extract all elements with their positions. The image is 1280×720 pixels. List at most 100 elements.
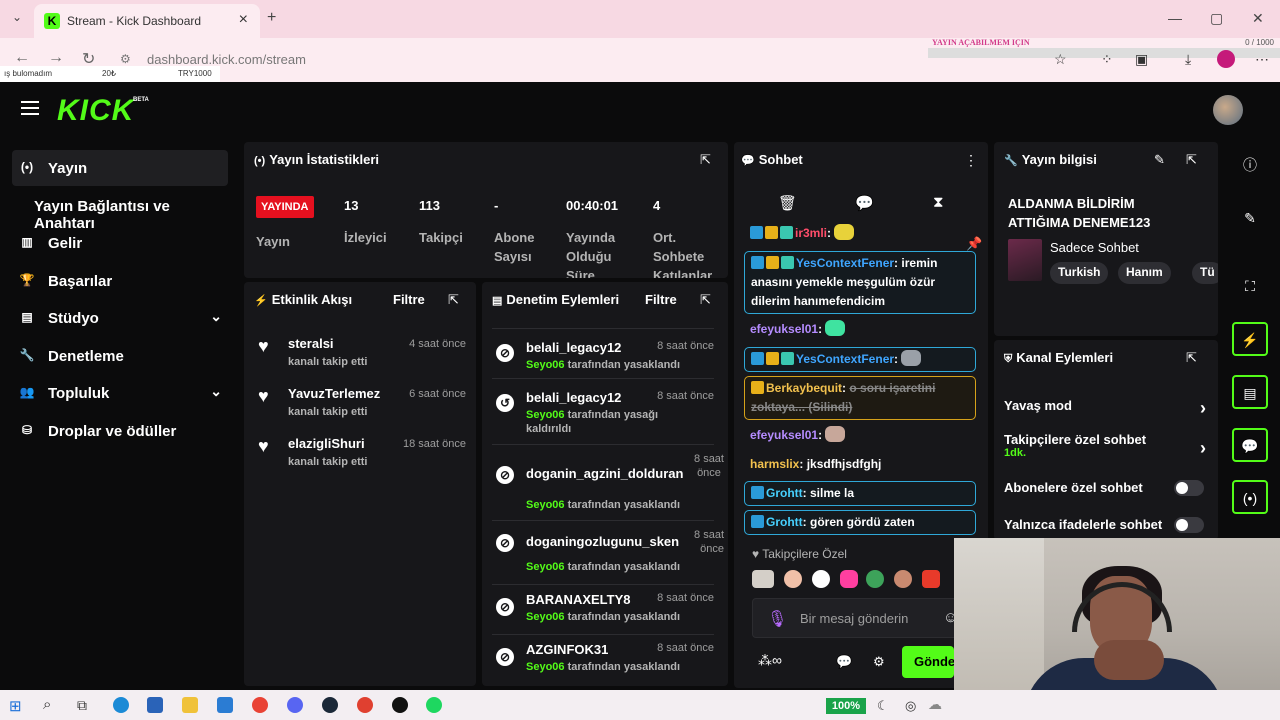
pencil-icon[interactable]: ✎ bbox=[1154, 152, 1165, 168]
infinity-points-icon[interactable]: ⁂∞ bbox=[758, 652, 782, 669]
popout-icon[interactable]: ⇱ bbox=[700, 152, 711, 168]
sidebar-item-gelir[interactable]: ▥ Gelir bbox=[12, 225, 228, 261]
filter-button[interactable]: Filtre bbox=[393, 292, 425, 307]
sidebar-item-studyo[interactable]: ▤ Stüdyo ⌄ bbox=[12, 300, 228, 336]
fullscreen-icon[interactable]: ⛶ bbox=[1232, 270, 1268, 304]
chrome-profile-icon[interactable] bbox=[357, 697, 373, 713]
sidebar-item-stream-key[interactable]: Yayın Bağlantısı ve Anahtarı bbox=[12, 188, 228, 232]
windows-start-icon[interactable]: ⊞ bbox=[9, 697, 22, 715]
user-avatar[interactable] bbox=[1213, 95, 1243, 125]
chat-icon[interactable]: 💬 bbox=[855, 194, 874, 212]
emote-icon[interactable] bbox=[752, 570, 774, 588]
filter-button[interactable]: Filtre bbox=[645, 292, 677, 307]
emote-icon[interactable] bbox=[812, 570, 830, 588]
spotify-icon[interactable] bbox=[426, 697, 442, 713]
emote-icon[interactable] bbox=[784, 570, 802, 588]
popout-icon[interactable]: ⇱ bbox=[700, 292, 711, 308]
pencil-icon[interactable]: ✎ bbox=[1232, 202, 1268, 236]
obs-icon[interactable] bbox=[392, 697, 408, 713]
chat-username[interactable]: Berkaybequit bbox=[766, 381, 842, 395]
broadcast-icon[interactable]: (•) bbox=[1232, 480, 1268, 514]
extensions-icon[interactable]: ⁘ bbox=[1101, 51, 1113, 68]
steam-icon[interactable] bbox=[322, 697, 338, 713]
moderated-user[interactable]: doganin_agzini_dolduran bbox=[526, 466, 683, 481]
followers-chat-row[interactable]: Takipçilere özel sohbet 1dk. › bbox=[1004, 432, 1210, 466]
subs-chat-toggle[interactable] bbox=[1174, 480, 1204, 496]
popout-icon[interactable]: ⇱ bbox=[448, 292, 459, 308]
category-thumbnail[interactable] bbox=[1008, 239, 1042, 281]
tray-icon[interactable]: ◎ bbox=[905, 698, 916, 714]
browser-menu-icon[interactable]: ⋯ bbox=[1255, 51, 1269, 68]
kick-logo[interactable]: KICK bbox=[57, 94, 134, 128]
microphone-icon[interactable]: 🎙 bbox=[767, 609, 787, 629]
folder-icon[interactable] bbox=[182, 697, 198, 713]
search-icon[interactable]: ⌕ bbox=[43, 696, 51, 713]
chat-username[interactable]: YesContextFener bbox=[796, 352, 894, 366]
sidebar-item-droplar[interactable]: ⛁ Droplar ve ödüller bbox=[12, 413, 228, 449]
sidebar-item-denetleme[interactable]: 🔧 Denetleme bbox=[12, 338, 228, 374]
sidebar-item-basarilar[interactable]: 🏆 Başarılar bbox=[12, 263, 228, 299]
chat-username[interactable]: Grohtt bbox=[766, 515, 803, 529]
more-options-icon[interactable]: ⋮ bbox=[964, 152, 978, 169]
info-icon[interactable]: ⓘ bbox=[1232, 149, 1268, 183]
popout-icon[interactable]: ⇱ bbox=[1186, 350, 1197, 366]
send-button[interactable]: Gönde bbox=[902, 646, 954, 678]
minimize-icon[interactable]: — bbox=[1168, 10, 1182, 26]
activity-user[interactable]: steralsi bbox=[288, 336, 334, 351]
slow-mode-row[interactable]: Yavaş mod › bbox=[1004, 398, 1210, 420]
moderated-user[interactable]: belali_legacy12 bbox=[526, 390, 621, 405]
url-input[interactable]: dashboard.kick.com/stream bbox=[147, 52, 306, 67]
gear-icon[interactable]: ⚙ bbox=[873, 654, 885, 670]
menu-icon[interactable] bbox=[21, 101, 39, 115]
maximize-icon[interactable]: ▢ bbox=[1210, 10, 1223, 27]
chat-username[interactable]: YesContextFener bbox=[796, 256, 894, 270]
tag-chip[interactable]: Turkish bbox=[1050, 262, 1109, 284]
trash-icon[interactable]: 🗑 bbox=[778, 194, 797, 212]
emote-icon[interactable] bbox=[922, 570, 940, 588]
collections-icon[interactable]: ▣ bbox=[1135, 51, 1148, 68]
moderated-user[interactable]: doganingozlugunu_sken bbox=[526, 534, 679, 549]
site-info-icon[interactable]: ⚙ bbox=[120, 52, 131, 66]
activity-user[interactable]: elazigliShuri bbox=[288, 436, 365, 451]
tab-list-chevron-icon[interactable]: ⌄ bbox=[12, 10, 22, 24]
lightning-icon[interactable]: ⚡ bbox=[1232, 322, 1268, 356]
emotes-chat-toggle[interactable] bbox=[1174, 517, 1204, 533]
chat-username[interactable]: Grohtt bbox=[766, 486, 803, 500]
close-window-icon[interactable]: ✕ bbox=[1252, 10, 1264, 27]
sidebar-item-yayin[interactable]: (•) Yayın bbox=[12, 150, 228, 186]
download-icon[interactable]: ⤓ bbox=[1185, 51, 1191, 68]
cloud-icon[interactable]: ☁ bbox=[928, 696, 942, 713]
category-name[interactable]: Sadece Sohbet bbox=[1050, 240, 1139, 255]
sidebar-item-topluluk[interactable]: 👥 Topluluk ⌄ bbox=[12, 375, 228, 411]
chat-username[interactable]: ir3mli bbox=[795, 226, 827, 240]
chat-username[interactable]: efeyuksel01 bbox=[750, 428, 818, 442]
mail-icon[interactable] bbox=[217, 697, 233, 713]
emote-icon[interactable] bbox=[866, 570, 884, 588]
store-icon[interactable] bbox=[147, 697, 163, 713]
browser-profile-icon[interactable] bbox=[1217, 50, 1235, 68]
tag-chip[interactable]: Tü bbox=[1192, 262, 1218, 284]
back-icon[interactable]: ← bbox=[14, 49, 30, 67]
discord-icon[interactable] bbox=[287, 697, 303, 713]
edge-icon[interactable] bbox=[113, 697, 129, 713]
chat-input[interactable]: 🎙 Bir mesaj gönderin ☺ bbox=[752, 598, 962, 638]
forward-icon[interactable]: → bbox=[48, 49, 64, 67]
chat-username[interactable]: harmslix bbox=[750, 457, 799, 471]
new-tab-icon[interactable]: + bbox=[267, 9, 276, 27]
popout-icon[interactable]: ⇱ bbox=[1186, 152, 1197, 168]
star-icon[interactable]: ☆ bbox=[1054, 51, 1067, 68]
document-icon[interactable]: ▤ bbox=[1232, 375, 1268, 409]
emote-icon[interactable] bbox=[894, 570, 912, 588]
tray-icon[interactable]: ☾ bbox=[877, 698, 889, 714]
activity-user[interactable]: YavuzTerlemez bbox=[288, 386, 380, 401]
moderated-user[interactable]: belali_legacy12 bbox=[526, 340, 621, 355]
chat-icon[interactable]: 💬 bbox=[836, 654, 852, 670]
browser-tab[interactable]: K Stream - Kick Dashboard × bbox=[34, 4, 260, 38]
hourglass-icon[interactable]: ⧗ bbox=[933, 194, 944, 211]
moderated-user[interactable]: AZGINFOK31 bbox=[526, 642, 608, 657]
chat-username[interactable]: efeyuksel01 bbox=[750, 322, 818, 336]
close-tab-icon[interactable]: × bbox=[239, 11, 248, 29]
chat-icon[interactable]: 💬 bbox=[1232, 428, 1268, 462]
emote-icon[interactable] bbox=[840, 570, 858, 588]
task-view-icon[interactable]: ⧉ bbox=[77, 697, 87, 714]
